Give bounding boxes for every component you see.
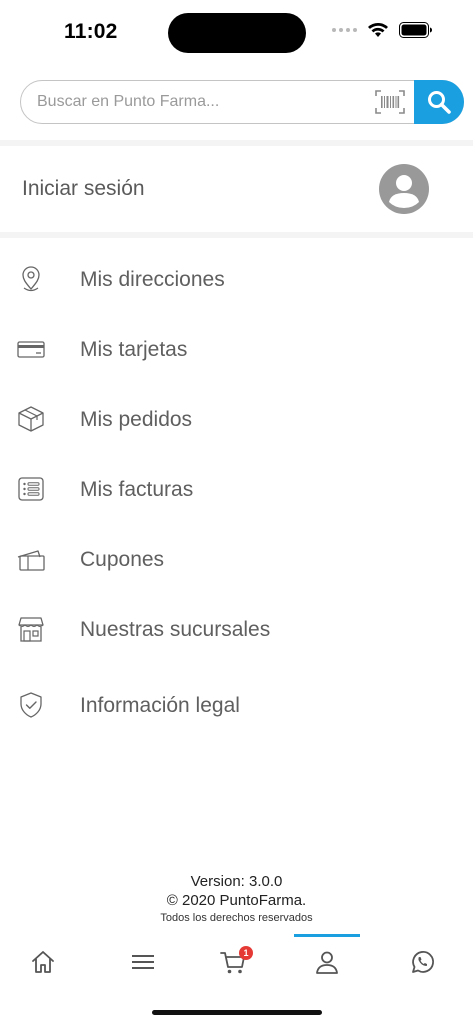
- menu-item-cards[interactable]: Mis tarjetas: [0, 314, 473, 384]
- menu-item-label: Información legal: [80, 694, 240, 717]
- invoice-icon: [18, 477, 44, 501]
- tab-home[interactable]: [8, 934, 78, 990]
- status-time: 11:02: [64, 20, 118, 43]
- profile-icon: [316, 951, 338, 974]
- status-bar: 11:02: [0, 0, 473, 64]
- tab-menu[interactable]: [108, 934, 178, 990]
- home-icon: [32, 951, 54, 973]
- status-indicators: [332, 22, 433, 38]
- menu-icon: [132, 955, 154, 969]
- location-pin-icon: [22, 266, 40, 292]
- tab-profile[interactable]: [292, 934, 362, 990]
- login-row[interactable]: Iniciar sesión: [0, 146, 473, 232]
- bottom-tab-bar: 1: [0, 934, 473, 994]
- coupon-icon: [17, 550, 45, 571]
- menu-item-addresses[interactable]: Mis direcciones: [0, 244, 473, 314]
- whatsapp-icon: [412, 951, 434, 973]
- package-icon: [18, 406, 44, 432]
- section-divider: [0, 232, 473, 238]
- menu-item-label: Mis pedidos: [80, 408, 193, 431]
- tab-cart[interactable]: 1: [198, 934, 268, 990]
- cellular-signal-icon: [332, 28, 357, 32]
- search-input[interactable]: [37, 81, 367, 123]
- menu-item-coupons[interactable]: Cupones: [0, 524, 473, 594]
- barcode-icon[interactable]: [375, 90, 405, 114]
- menu-item-orders[interactable]: Mis pedidos: [0, 384, 473, 454]
- cart-badge: 1: [239, 946, 253, 960]
- menu-item-label: Mis facturas: [80, 478, 194, 501]
- credit-card-icon: [17, 341, 45, 358]
- login-label: Iniciar sesión: [22, 177, 145, 200]
- home-indicator: [152, 1010, 322, 1015]
- menu-item-label: Cupones: [80, 548, 165, 571]
- user-avatar-icon[interactable]: [379, 164, 429, 214]
- wifi-icon: [368, 23, 388, 37]
- shield-check-icon: [20, 692, 42, 718]
- menu-item-invoices[interactable]: Mis facturas: [0, 454, 473, 524]
- menu-item-label: Mis tarjetas: [80, 338, 188, 361]
- store-icon: [18, 617, 44, 642]
- copyright-text: © 2020 PuntoFarma.: [166, 892, 307, 909]
- search-bar: [20, 80, 464, 124]
- search-box: [20, 80, 464, 124]
- version-text: Version: 3.0.0: [190, 873, 283, 890]
- search-button[interactable]: [414, 80, 464, 124]
- dynamic-island: [168, 13, 306, 53]
- search-icon: [428, 91, 451, 114]
- rights-text: Todos los derechos reservados: [160, 912, 313, 924]
- menu-item-legal[interactable]: Información legal: [0, 670, 473, 740]
- menu-item-stores[interactable]: Nuestras sucursales: [0, 594, 473, 664]
- menu-item-label: Mis direcciones: [80, 268, 225, 291]
- app-info: Version: 3.0.0 © 2020 PuntoFarma. Todos …: [0, 872, 473, 926]
- battery-icon: [399, 22, 432, 38]
- menu-item-label: Nuestras sucursales: [80, 618, 271, 641]
- tab-whatsapp[interactable]: [387, 934, 457, 990]
